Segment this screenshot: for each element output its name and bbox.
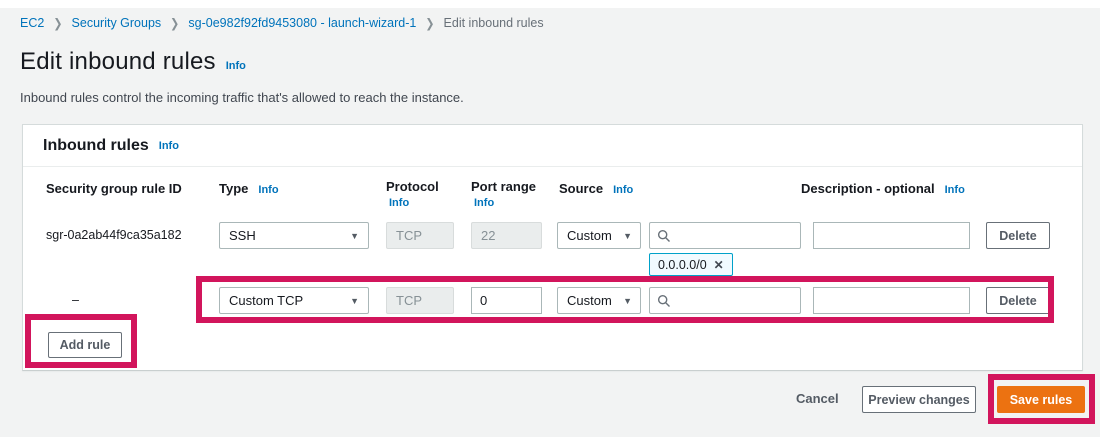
add-rule-button[interactable]: Add rule: [48, 332, 122, 358]
description-wrap-row1: [813, 222, 970, 249]
breadcrumb-security-groups[interactable]: Security Groups: [72, 16, 162, 30]
protocol-value-row2: TCP: [396, 293, 422, 308]
header-protocol: Protocol: [386, 179, 439, 194]
chevron-down-icon: ▼: [350, 295, 359, 306]
chevron-right-icon: ❯: [425, 16, 435, 31]
protocol-field-row2: TCP: [386, 287, 454, 314]
save-rules-button[interactable]: Save rules: [997, 386, 1085, 413]
protocol-value-row1: TCP: [396, 228, 422, 243]
chevron-down-icon: ▼: [623, 230, 632, 241]
panel-title-info-link[interactable]: Info: [159, 140, 179, 152]
breadcrumb-current: Edit inbound rules: [443, 16, 544, 30]
port-range-input-row2[interactable]: [471, 287, 542, 314]
breadcrumb-ec2[interactable]: EC2: [20, 16, 44, 30]
search-icon: [657, 229, 671, 242]
cidr-token-value: 0.0.0.0/0: [658, 257, 707, 272]
chevron-down-icon: ▼: [623, 295, 632, 306]
breadcrumb: EC2 ❯ Security Groups ❯ sg-0e982f92fd945…: [20, 16, 544, 30]
source-select-row2[interactable]: Custom ▼: [557, 287, 641, 314]
chevron-right-icon: ❯: [170, 16, 180, 31]
type-select-row1[interactable]: SSH ▼: [219, 222, 369, 249]
token-dismiss-icon[interactable]: ✕: [714, 259, 724, 271]
header-description-info-link[interactable]: Info: [945, 184, 965, 196]
top-strip: [0, 0, 1100, 8]
inbound-rules-panel: Inbound rules Info Security group rule I…: [22, 124, 1083, 371]
type-select-row2[interactable]: Custom TCP ▼: [219, 287, 369, 314]
chevron-right-icon: ❯: [53, 16, 63, 31]
search-icon: [657, 294, 671, 307]
source-search-row2[interactable]: [649, 287, 853, 314]
header-type: Type Info: [219, 181, 279, 196]
header-source-info-link[interactable]: Info: [613, 184, 633, 196]
source-select-row1-value: Custom: [567, 228, 612, 243]
page-subtitle: Inbound rules control the incoming traff…: [20, 90, 464, 105]
delete-button-row2[interactable]: Delete: [986, 287, 1050, 314]
description-input-row1[interactable]: [813, 222, 970, 249]
header-protocol-info-link[interactable]: Info: [389, 197, 409, 209]
header-type-label: Type: [219, 181, 249, 196]
rule-id-value: –: [72, 293, 79, 307]
description-wrap-row2: [813, 287, 970, 314]
header-source: Source Info: [559, 181, 633, 196]
header-port-range: Port range: [471, 179, 537, 194]
preview-changes-button[interactable]: Preview changes: [862, 386, 976, 413]
header-source-label: Source: [559, 181, 604, 196]
page-title-info-link[interactable]: Info: [226, 60, 246, 72]
cancel-button[interactable]: Cancel: [796, 391, 839, 406]
description-input-row2[interactable]: [813, 287, 970, 314]
header-port-range-info-link[interactable]: Info: [474, 197, 494, 209]
type-select-row1-value: SSH: [229, 228, 256, 243]
header-description-label: Description - optional: [801, 181, 935, 196]
source-select-row1[interactable]: Custom ▼: [557, 222, 641, 249]
header-type-info-link[interactable]: Info: [258, 184, 278, 196]
source-search-row1[interactable]: [649, 222, 853, 249]
rule-id-value: sgr-0a2ab44f9ca35a182: [46, 228, 182, 242]
panel-header: Inbound rules Info: [23, 125, 1082, 167]
titlebar: Edit inbound rules Info: [20, 48, 246, 76]
panel-title: Inbound rules: [43, 136, 149, 154]
chevron-down-icon: ▼: [350, 230, 359, 241]
page-title: Edit inbound rules: [20, 48, 216, 75]
source-select-row2-value: Custom: [567, 293, 612, 308]
breadcrumb-security-group-id[interactable]: sg-0e982f92fd9453080 - launch-wizard-1: [188, 16, 416, 30]
delete-button-row1[interactable]: Delete: [986, 222, 1050, 249]
type-select-row2-value: Custom TCP: [229, 293, 304, 308]
port-range-field-row1: 22: [471, 222, 542, 249]
page: EC2 ❯ Security Groups ❯ sg-0e982f92fd945…: [0, 0, 1100, 437]
protocol-field-row1: TCP: [386, 222, 454, 249]
cidr-token: 0.0.0.0/0 ✕: [649, 253, 733, 276]
header-description: Description - optional Info: [801, 181, 965, 196]
port-range-value-row1: 22: [481, 228, 496, 243]
port-range-wrap-row2: [471, 287, 542, 314]
header-rule-id: Security group rule ID: [46, 181, 182, 196]
